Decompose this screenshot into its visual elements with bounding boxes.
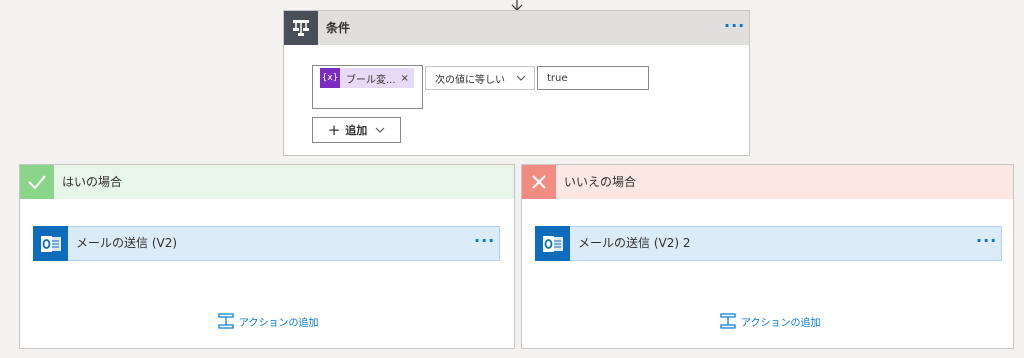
no-branch-header[interactable]: いいえの場合 xyxy=(522,165,1013,199)
add-action-icon xyxy=(720,313,736,329)
dynamic-content-token[interactable]: {x} ブール変... × xyxy=(320,68,414,88)
add-action-label: アクションの追加 xyxy=(239,317,319,329)
send-email-action-2[interactable]: メールの送信 (V2) 2 ··· xyxy=(535,226,1002,261)
condition-icon xyxy=(284,11,318,45)
condition-header[interactable]: 条件 ··· xyxy=(284,11,749,45)
send-email-action[interactable]: メールの送信 (V2) ··· xyxy=(33,226,500,261)
operator-select[interactable]: 次の値に等しい xyxy=(425,66,535,90)
close-icon xyxy=(522,165,556,199)
plus-icon: + xyxy=(327,120,341,139)
action-title: メールの送信 (V2) 2 xyxy=(578,236,691,250)
token-remove-icon[interactable]: × xyxy=(401,73,409,84)
add-condition-button[interactable]: + 追加 xyxy=(312,117,401,143)
operator-value: 次の値に等しい xyxy=(435,74,505,86)
no-branch-title: いいえの場合 xyxy=(564,175,637,189)
action-title: メールの送信 (V2) xyxy=(76,236,178,250)
variable-icon: {x} xyxy=(320,68,340,88)
chevron-down-icon xyxy=(375,127,385,133)
no-branch-card[interactable]: いいえの場合 メールの送信 (V2) 2 ··· アクションの追加 xyxy=(521,164,1014,349)
add-button-label: 追加 xyxy=(345,124,368,137)
condition-value-input[interactable]: true xyxy=(537,66,649,90)
add-action-link[interactable]: アクションの追加 xyxy=(218,311,319,331)
condition-left-operand[interactable]: {x} ブール変... × xyxy=(312,65,423,109)
add-action-icon xyxy=(218,313,234,329)
yes-branch-header[interactable]: はいの場合 xyxy=(20,165,514,199)
more-options-icon[interactable]: ··· xyxy=(724,11,745,45)
condition-card[interactable]: 条件 ··· {x} ブール変... × 次の値に等しい true + 追加 xyxy=(283,10,750,156)
yes-branch-title: はいの場合 xyxy=(62,175,123,189)
condition-title: 条件 xyxy=(326,21,351,35)
chevron-down-icon xyxy=(516,75,526,81)
more-options-icon[interactable]: ··· xyxy=(976,227,997,260)
more-options-icon[interactable]: ··· xyxy=(474,227,495,260)
add-action-link[interactable]: アクションの追加 xyxy=(720,311,821,331)
outlook-icon xyxy=(33,226,68,261)
yes-branch-card[interactable]: はいの場合 メールの送信 (V2) ··· アクションの追加 xyxy=(19,164,515,349)
check-icon xyxy=(20,165,54,199)
token-label: ブール変... xyxy=(346,74,396,86)
add-action-label: アクションの追加 xyxy=(741,317,821,329)
outlook-icon xyxy=(535,226,570,261)
